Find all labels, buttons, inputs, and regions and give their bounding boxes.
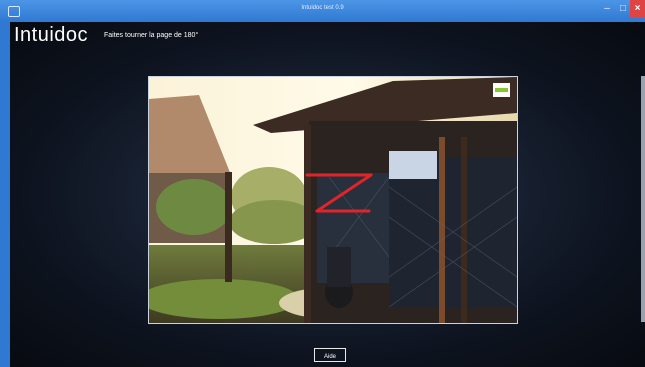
title-bar: Intuidoc test 0.9 – □ × (0, 0, 645, 22)
instruction-text: Faites tourner la page de 180° (104, 32, 199, 39)
close-icon[interactable]: × (630, 0, 645, 18)
window-left-border (0, 22, 10, 367)
window-title: Intuidoc test 0.9 (301, 5, 344, 11)
page-title: Intuidoc (14, 24, 89, 46)
help-button[interactable]: Aide (314, 348, 346, 362)
photo-page[interactable] (148, 76, 518, 324)
photo-image (149, 77, 517, 323)
next-page-edge (641, 76, 645, 322)
maximize-icon[interactable]: □ (616, 0, 630, 18)
minimize-icon[interactable]: – (599, 0, 615, 18)
app-window: Intuidoc test 0.9 – □ × Intuidoc Faites … (0, 0, 645, 367)
